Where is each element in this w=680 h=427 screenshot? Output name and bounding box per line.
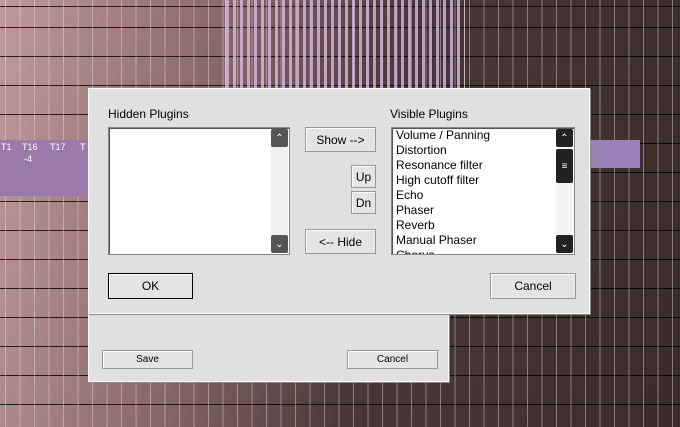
hidden-plugins-list[interactable]: ⌃ ⌄	[108, 127, 290, 255]
plugin-list-item[interactable]: Phaser	[392, 203, 574, 218]
plugin-list-item[interactable]: Resonance filter	[392, 158, 574, 173]
track-clips-left: T1 T16 T17 T -4	[0, 140, 95, 196]
up-button[interactable]: Up	[351, 165, 376, 188]
scroll-up-icon[interactable]: ⌃	[271, 129, 288, 147]
visible-plugins-label: Visible Plugins	[390, 107, 468, 121]
cancel-button[interactable]: Cancel	[347, 350, 438, 369]
plugin-list-item[interactable]: Chorus	[392, 248, 574, 254]
save-button[interactable]: Save	[102, 350, 193, 369]
track-label: T16	[22, 142, 38, 152]
scrollbar[interactable]: ⌃ ⌄	[271, 129, 288, 253]
cancel-button[interactable]: Cancel	[490, 273, 576, 299]
track-label: T17	[50, 142, 66, 152]
plugin-list-item[interactable]: Volume / Panning	[392, 128, 574, 143]
track-value: -4	[24, 154, 33, 164]
visible-plugins-list[interactable]: Volume / Panning Distortion Resonance filt…	[391, 127, 575, 255]
scroll-down-icon[interactable]: ⌄	[556, 235, 573, 253]
down-button[interactable]: Dn	[351, 191, 376, 214]
note-pattern	[225, 0, 465, 90]
track-label: T1	[1, 142, 12, 152]
plugin-visibility-dialog: Hidden Plugins Visible Plugins ⌃ ⌄ Show …	[88, 88, 590, 314]
plugin-list-item[interactable]: High cutoff filter	[392, 173, 574, 188]
ok-button[interactable]: OK	[108, 273, 193, 299]
hidden-plugins-label: Hidden Plugins	[108, 107, 189, 121]
show-button[interactable]: Show -->	[305, 127, 376, 152]
plugin-list-item[interactable]: Echo	[392, 188, 574, 203]
track-clip-right	[590, 140, 640, 168]
plugin-list-item[interactable]: Distortion	[392, 143, 574, 158]
track-label: T	[80, 142, 86, 152]
scroll-thumb[interactable]: ≡	[556, 149, 573, 183]
plugin-list-item[interactable]: Manual Phaser	[392, 233, 574, 248]
hide-button[interactable]: <-- Hide	[305, 229, 376, 254]
plugin-list-item[interactable]: Reverb	[392, 218, 574, 233]
scroll-down-icon[interactable]: ⌄	[271, 235, 288, 253]
scrollbar[interactable]: ⌃ ≡ ⌄	[556, 129, 573, 253]
scroll-up-icon[interactable]: ⌃	[556, 129, 573, 147]
